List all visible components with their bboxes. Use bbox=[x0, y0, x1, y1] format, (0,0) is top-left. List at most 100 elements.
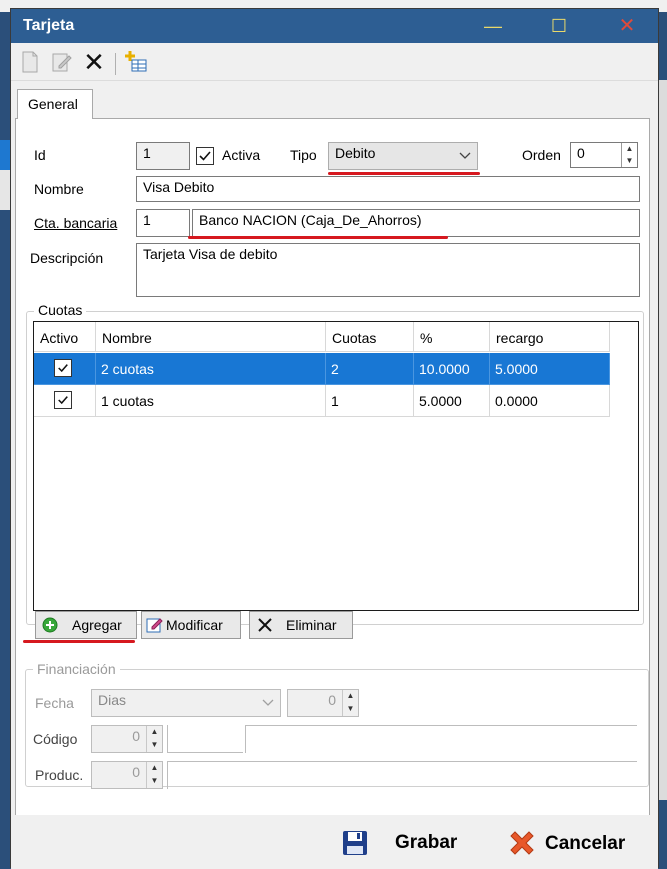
background-app-edge bbox=[659, 80, 667, 800]
orden-spinner[interactable]: ▲ ▼ bbox=[621, 143, 637, 167]
column-header-nombre[interactable]: Nombre bbox=[96, 322, 326, 352]
tipo-select-value: Debito bbox=[335, 145, 376, 161]
title-bar[interactable]: Tarjeta — ☐ ✕ bbox=[11, 9, 658, 43]
tipo-label: Tipo bbox=[290, 147, 317, 163]
maximize-button[interactable]: ☐ bbox=[539, 11, 579, 41]
fecha-num-input[interactable]: 0 ▲ ▼ bbox=[287, 689, 359, 717]
orden-value: 0 bbox=[577, 145, 585, 161]
column-header-cuotas[interactable]: Cuotas bbox=[326, 322, 414, 352]
row-pct-cell[interactable]: 5.0000 bbox=[414, 385, 490, 417]
spin-up-icon[interactable]: ▲ bbox=[622, 143, 637, 155]
orden-input[interactable]: 0 ▲ ▼ bbox=[570, 142, 638, 168]
fecha-label: Fecha bbox=[35, 695, 74, 711]
fecha-select-value: Dias bbox=[98, 692, 127, 708]
agregar-button[interactable]: Agregar bbox=[35, 611, 137, 639]
codigo-value: 0 bbox=[132, 728, 140, 744]
row-nombre-cell[interactable]: 2 cuotas bbox=[96, 353, 326, 385]
close-button[interactable]: ✕ bbox=[607, 11, 647, 41]
minimize-icon: — bbox=[484, 16, 502, 36]
nombre-label: Nombre bbox=[34, 181, 84, 197]
close-icon: ✕ bbox=[618, 15, 636, 37]
spin-down-icon[interactable]: ▼ bbox=[622, 155, 637, 167]
table-row[interactable]: 2 cuotas 2 10.0000 5.0000 bbox=[34, 353, 610, 385]
spin-up-icon[interactable]: ▲ bbox=[147, 762, 162, 775]
spin-down-icon[interactable]: ▼ bbox=[147, 775, 162, 788]
minimize-button[interactable]: — bbox=[473, 11, 513, 41]
grabar-button[interactable]: Grabar bbox=[341, 829, 457, 857]
agregar-label: Agregar bbox=[72, 617, 122, 633]
column-header-pct[interactable]: % bbox=[414, 322, 490, 352]
delete-icon: ✕ bbox=[83, 46, 105, 77]
row-cuotas-cell[interactable]: 1 bbox=[326, 385, 414, 417]
edit-icon bbox=[146, 618, 163, 633]
activa-checkbox[interactable] bbox=[196, 147, 214, 165]
row-recargo-cell[interactable]: 0.0000 bbox=[490, 385, 610, 417]
row-recargo-cell[interactable]: 5.0000 bbox=[490, 353, 610, 385]
add-row-button[interactable] bbox=[123, 49, 149, 75]
new-document-button[interactable] bbox=[17, 49, 43, 75]
codigo-input[interactable]: 0 ▲ ▼ bbox=[91, 725, 163, 753]
save-icon bbox=[343, 831, 367, 855]
cancelar-label: Cancelar bbox=[545, 833, 626, 854]
checkmark-icon bbox=[58, 364, 68, 373]
spin-up-icon[interactable]: ▲ bbox=[343, 690, 358, 703]
column-header-recargo[interactable]: recargo bbox=[490, 322, 610, 352]
row-activo-checkbox[interactable] bbox=[54, 359, 72, 377]
codigo-name-field[interactable] bbox=[245, 725, 637, 753]
produc-value: 0 bbox=[132, 764, 140, 780]
cancel-x-icon bbox=[510, 831, 534, 855]
new-document-icon bbox=[22, 51, 38, 73]
cuotas-grid[interactable]: Activo Nombre Cuotas % recargo 2 cuotas … bbox=[33, 321, 639, 611]
tipo-highlight-underline bbox=[328, 172, 480, 175]
row-activo-cell[interactable] bbox=[34, 353, 96, 385]
codigo-spinner[interactable]: ▲ ▼ bbox=[146, 726, 162, 752]
row-activo-cell[interactable] bbox=[34, 385, 96, 417]
dialog-footer: Grabar Cancelar bbox=[11, 815, 658, 869]
row-nombre-cell[interactable]: 1 cuotas bbox=[96, 385, 326, 417]
fecha-spinner[interactable]: ▲ ▼ bbox=[342, 690, 358, 716]
nombre-input[interactable]: Visa Debito bbox=[136, 176, 640, 202]
cta-name-field[interactable]: Banco NACION (Caja_De_Ahorros) bbox=[192, 209, 640, 237]
agregar-highlight-underline bbox=[23, 640, 135, 643]
column-header-activo[interactable]: Activo bbox=[34, 322, 96, 352]
tarjeta-dialog: Tarjeta — ☐ ✕ ✕ General Id 1 Activa Tipo… bbox=[10, 8, 659, 869]
spin-up-icon[interactable]: ▲ bbox=[147, 726, 162, 739]
tab-general[interactable]: General bbox=[17, 89, 93, 119]
produc-spinner[interactable]: ▲ ▼ bbox=[146, 762, 162, 788]
table-row[interactable]: 1 cuotas 1 5.0000 0.0000 bbox=[34, 385, 610, 417]
tipo-select[interactable]: Debito bbox=[328, 142, 478, 170]
edit-document-button[interactable] bbox=[49, 49, 75, 75]
id-label: Id bbox=[34, 147, 46, 163]
descripcion-label: Descripción bbox=[30, 250, 104, 266]
modificar-button[interactable]: Modificar bbox=[141, 611, 241, 639]
fecha-select[interactable]: Dias bbox=[91, 689, 281, 717]
maximize-icon: ☐ bbox=[550, 16, 568, 36]
add-table-icon bbox=[125, 51, 147, 72]
eliminar-button[interactable]: Eliminar bbox=[249, 611, 353, 639]
cta-bancaria-link[interactable]: Cta. bancaria bbox=[34, 215, 117, 231]
descripcion-textarea[interactable]: Tarjeta Visa de debito bbox=[136, 243, 640, 297]
cta-code-input[interactable]: 1 bbox=[136, 209, 190, 237]
chevron-down-icon bbox=[262, 699, 274, 706]
toolbar-separator bbox=[115, 53, 116, 75]
row-activo-checkbox[interactable] bbox=[54, 391, 72, 409]
checkmark-icon bbox=[58, 396, 68, 405]
produc-label: Produc. bbox=[35, 767, 84, 783]
toolbar: ✕ bbox=[11, 43, 658, 81]
produc-name-field[interactable] bbox=[167, 761, 637, 789]
cuotas-group-title: Cuotas bbox=[34, 302, 87, 318]
spin-down-icon[interactable]: ▼ bbox=[343, 703, 358, 716]
chevron-down-icon bbox=[459, 152, 471, 159]
delete-button[interactable]: ✕ bbox=[81, 46, 107, 77]
produc-input[interactable]: 0 ▲ ▼ bbox=[91, 761, 163, 789]
cancelar-button[interactable]: Cancelar bbox=[507, 829, 625, 859]
id-field[interactable]: 1 bbox=[136, 142, 190, 170]
row-pct-cell[interactable]: 10.0000 bbox=[414, 353, 490, 385]
edit-document-icon bbox=[52, 53, 72, 72]
row-cuotas-cell[interactable]: 2 bbox=[326, 353, 414, 385]
spin-down-icon[interactable]: ▼ bbox=[147, 739, 162, 752]
grabar-label: Grabar bbox=[395, 832, 458, 853]
add-circle-icon bbox=[42, 617, 58, 633]
window-title: Tarjeta bbox=[23, 17, 75, 34]
codigo-desc-field[interactable] bbox=[167, 725, 243, 753]
